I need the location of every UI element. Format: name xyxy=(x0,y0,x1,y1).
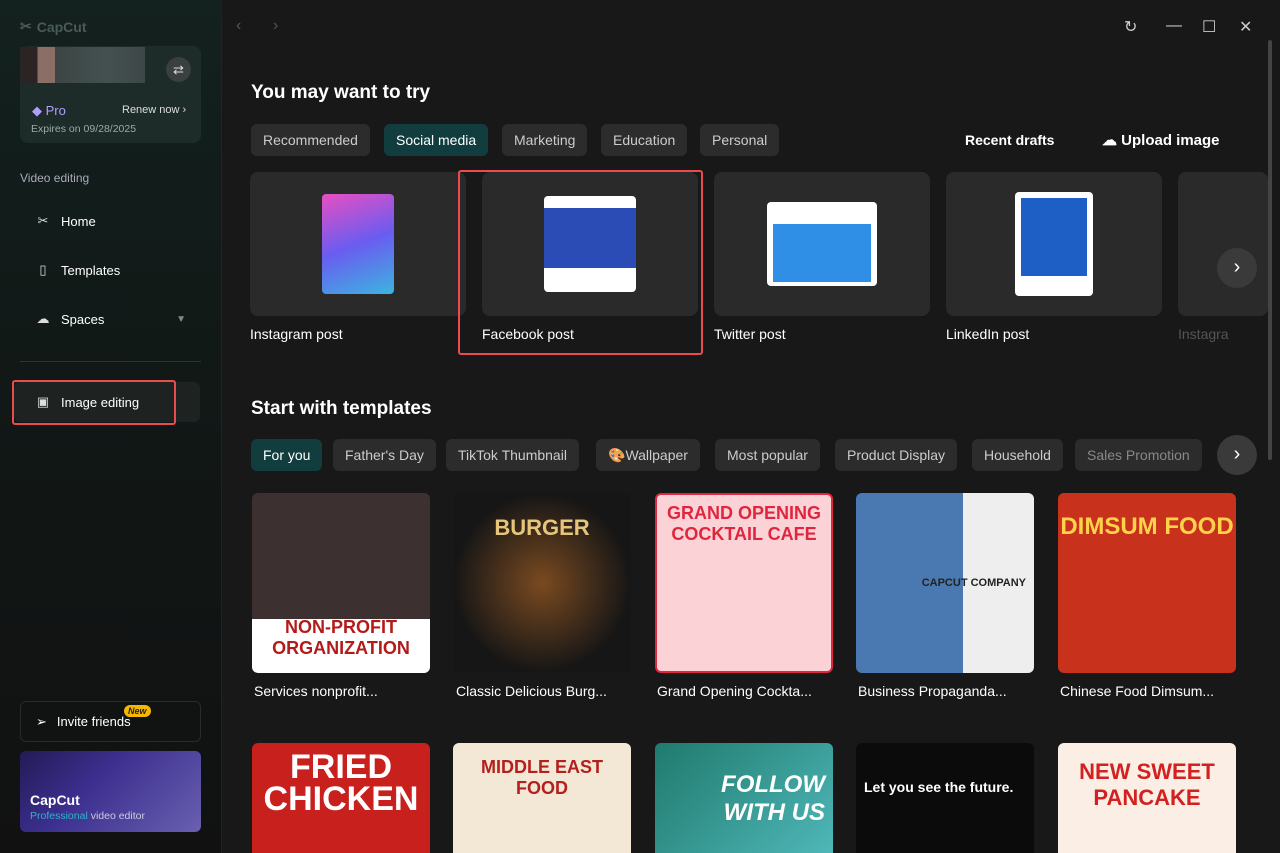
card-linkedin-post[interactable] xyxy=(946,172,1162,316)
pro-badge: ◆ Pro xyxy=(32,103,66,119)
next-arrow-button[interactable]: › xyxy=(1217,435,1257,475)
card-label: Twitter post xyxy=(714,326,786,342)
card-label: LinkedIn post xyxy=(946,326,1029,342)
template-thumb[interactable]: DIMSUM FOOD xyxy=(1058,493,1236,673)
promo-banner[interactable]: CapCutProfessional video editor xyxy=(20,751,201,832)
template-thumb[interactable]: NEW SWEET PANCAKE xyxy=(1058,743,1236,853)
tab-personal[interactable]: Personal xyxy=(700,124,779,156)
sidebar-item-templates[interactable]: ▯Templates xyxy=(14,250,200,290)
template-title: Chinese Food Dimsum... xyxy=(1060,683,1214,699)
next-arrow-button[interactable]: › xyxy=(1217,248,1257,288)
renew-now-link[interactable]: Renew now › xyxy=(122,104,186,116)
chip-sales-promotion[interactable]: Sales Promotion xyxy=(1075,439,1202,471)
template-thumb[interactable]: FRIED CHICKEN xyxy=(252,743,430,853)
forward-icon[interactable]: › xyxy=(273,17,278,35)
card-instagram-post-2[interactable] xyxy=(1178,172,1268,316)
highlight-box xyxy=(12,380,176,425)
tab-education[interactable]: Education xyxy=(601,124,687,156)
diamond-icon: ◆ xyxy=(32,103,46,118)
sidebar-item-spaces[interactable]: ☁Spaces▼ xyxy=(14,299,200,339)
invite-friends-button[interactable]: ➢Invite friends xyxy=(20,701,201,742)
chip-most-popular[interactable]: Most popular xyxy=(715,439,820,471)
tab-marketing[interactable]: Marketing xyxy=(502,124,587,156)
template-title: Classic Delicious Burg... xyxy=(456,683,607,699)
chip-household[interactable]: Household xyxy=(972,439,1063,471)
switch-account-icon[interactable]: ⇄ xyxy=(166,57,191,82)
template-thumb[interactable]: FOLLOW WITH US xyxy=(655,743,833,853)
tab-social-media[interactable]: Social media xyxy=(384,124,488,156)
palette-icon: 🎨 xyxy=(608,447,625,463)
template-title: Services nonprofit... xyxy=(254,683,378,699)
card-label: Instagram post xyxy=(250,326,343,342)
scissors-icon: ✂ xyxy=(35,213,51,229)
divider xyxy=(20,361,201,362)
template-thumb[interactable]: Let you see the future. xyxy=(856,743,1034,853)
capcut-logo-icon: ✂ xyxy=(20,18,32,35)
template-thumb[interactable]: NON-PROFIT ORGANIZATION xyxy=(252,493,430,673)
refresh-icon[interactable]: ↻ xyxy=(1124,17,1137,37)
back-icon[interactable]: ‹ xyxy=(236,17,241,35)
chip-product-display[interactable]: Product Display xyxy=(835,439,957,471)
upload-image-button[interactable]: ☁ Upload image xyxy=(1102,131,1220,149)
capcut-logo: ✂CapCut xyxy=(20,18,87,35)
template-icon: ▯ xyxy=(35,262,51,278)
template-thumb[interactable]: CAPCUT COMPANY xyxy=(856,493,1034,673)
close-icon[interactable]: ✕ xyxy=(1239,17,1252,37)
card-instagram-post[interactable] xyxy=(250,172,466,316)
section-title-try: You may want to try xyxy=(251,82,430,104)
chip-fathers-day[interactable]: Father's Day xyxy=(333,439,436,471)
avatar xyxy=(20,47,145,83)
chip-wallpaper[interactable]: 🎨Wallpaper xyxy=(596,439,700,471)
cloud-upload-icon: ☁ xyxy=(1102,132,1121,149)
chip-for-you[interactable]: For you xyxy=(251,439,322,471)
cloud-icon: ☁ xyxy=(35,311,51,327)
recent-drafts-link[interactable]: Recent drafts xyxy=(965,132,1054,148)
template-title: Business Propaganda... xyxy=(858,683,1007,699)
template-thumb[interactable]: MIDDLE EAST FOOD xyxy=(453,743,631,853)
highlight-box xyxy=(458,170,703,355)
sidebar: ✂CapCut ⇄ ◆ Pro Renew now › Expires on 0… xyxy=(0,0,222,853)
scrollbar[interactable] xyxy=(1268,40,1272,460)
sidebar-item-home[interactable]: ✂Home xyxy=(14,201,200,241)
card-label: Instagra xyxy=(1178,326,1268,342)
section-label: Video editing xyxy=(20,171,89,185)
template-thumb[interactable]: GRAND OPENING COCKTAIL CAFE xyxy=(655,493,833,673)
card-twitter-post[interactable] xyxy=(714,172,930,316)
expiry-text: Expires on 09/28/2025 xyxy=(31,123,136,135)
maximize-icon[interactable]: ☐ xyxy=(1202,17,1216,37)
send-icon: ➢ xyxy=(36,714,47,730)
chevron-down-icon: ▼ xyxy=(176,314,186,325)
chip-tiktok-thumbnail[interactable]: TikTok Thumbnail xyxy=(446,439,579,471)
template-title: Grand Opening Cockta... xyxy=(657,683,812,699)
template-thumb[interactable]: BURGER xyxy=(453,493,631,673)
new-badge: New xyxy=(124,705,151,717)
tab-recommended[interactable]: Recommended xyxy=(251,124,370,156)
section-title-templates: Start with templates xyxy=(251,398,432,420)
minimize-icon[interactable]: — xyxy=(1166,17,1182,35)
